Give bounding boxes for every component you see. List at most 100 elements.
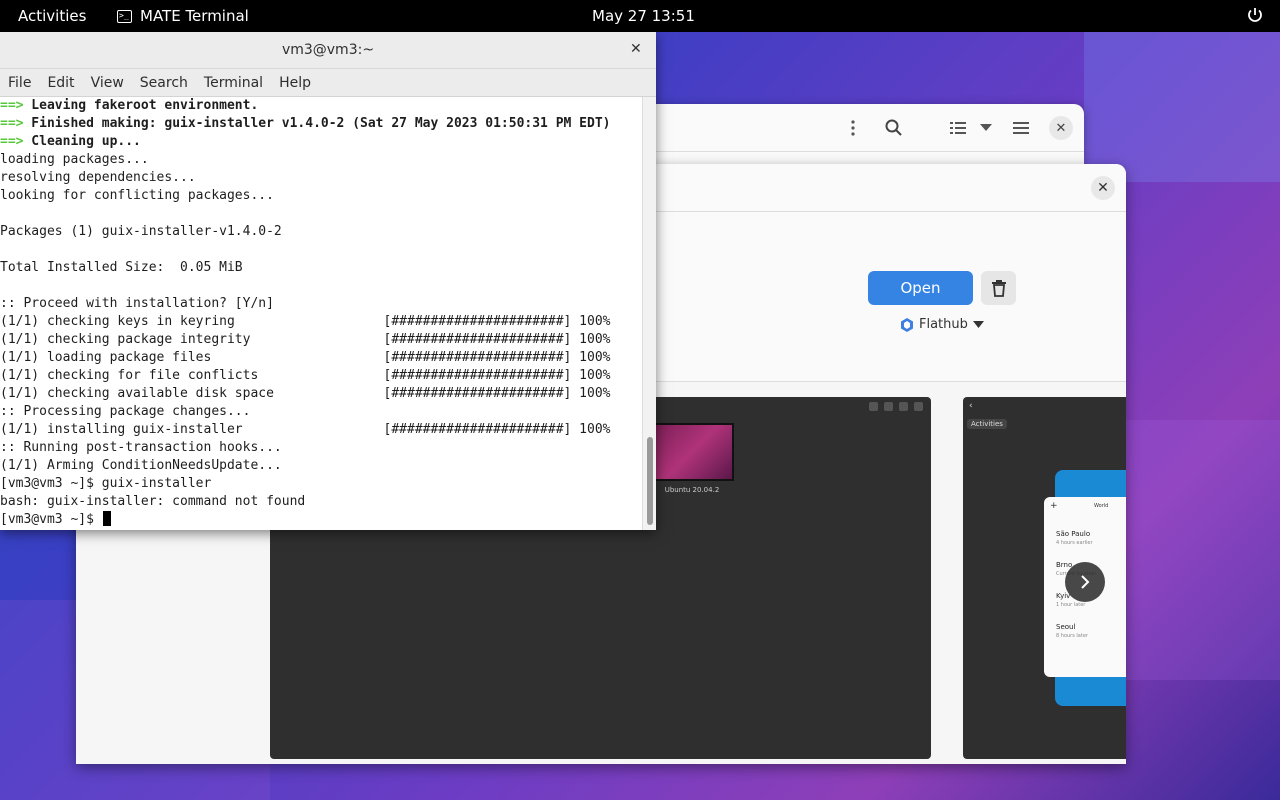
- source-label: Flathub: [919, 317, 968, 332]
- terminal-menubar: File Edit View Search Terminal Help: [0, 69, 656, 97]
- scrollbar-thumb[interactable]: [647, 437, 653, 525]
- terminal-titlebar[interactable]: vm3@vm3:~ ✕: [0, 32, 656, 69]
- terminal-line-text: (1/1) checking for file conflicts [#####…: [0, 368, 611, 383]
- screenshot-toolbar: [869, 402, 923, 411]
- trash-icon: [991, 280, 1006, 297]
- terminal-line-text: Cleaning up...: [23, 134, 141, 149]
- close-icon[interactable]: ✕: [1049, 116, 1073, 140]
- uninstall-button[interactable]: [981, 271, 1016, 305]
- terminal-line-text: Packages (1) guix-installer-v1.4.0-2: [0, 224, 282, 239]
- terminal-line: (1/1) checking keys in keyring [########…: [0, 313, 642, 331]
- vm-thumbnail-caption: Ubuntu 20.04.2: [664, 486, 720, 494]
- terminal-line-text: :: Processing package changes...: [0, 404, 251, 419]
- terminal-line: :: Processing package changes...: [0, 403, 642, 421]
- terminal-line-text: Total Installed Size: 0.05 MiB: [0, 260, 243, 275]
- kebab-menu-icon[interactable]: [841, 116, 865, 140]
- top-bar: Activities >_ MATE Terminal May 27 13:51: [0, 0, 1280, 32]
- terminal-line-text: (1/1) installing guix-installer [#######…: [0, 422, 611, 437]
- hamburger-menu-icon[interactable]: [1009, 116, 1033, 140]
- add-icon: +: [1050, 501, 1058, 511]
- open-button[interactable]: Open: [868, 271, 973, 305]
- terminal-line-text: [vm3@vm3 ~]$ guix-installer: [0, 476, 212, 491]
- terminal-line-text: looking for conflicting packages...: [0, 188, 274, 203]
- city-offset: 4 hours earlier: [1056, 540, 1093, 546]
- menu-terminal[interactable]: Terminal: [204, 75, 263, 91]
- screenshot-activities-label: Activities: [967, 419, 1007, 429]
- back-icon: ‹: [969, 401, 973, 411]
- terminal-line: (1/1) installing guix-installer [#######…: [0, 421, 642, 439]
- terminal-line: :: Proceed with installation? [Y/n]: [0, 295, 642, 313]
- terminal-line: loading packages...: [0, 151, 642, 169]
- wallpaper-tile: [1126, 420, 1280, 680]
- terminal-line: ==> Finished making: guix-installer v1.4…: [0, 115, 642, 133]
- terminal-line: ==> Leaving fakeroot environment.: [0, 97, 642, 115]
- terminal-title: vm3@vm3:~: [281, 42, 375, 58]
- terminal-output[interactable]: ==> Leaving fakeroot environment. ==> Fin…: [0, 97, 642, 530]
- wallpaper-tile: [1084, 32, 1280, 182]
- chevron-down-icon[interactable]: [974, 116, 998, 140]
- clock[interactable]: May 27 13:51: [592, 7, 695, 25]
- terminal-scrollbar[interactable]: [642, 97, 656, 530]
- menu-file[interactable]: File: [8, 75, 31, 91]
- terminal-arrow: ==>: [0, 98, 24, 113]
- terminal-line-text: (1/1) checking package integrity [######…: [0, 332, 611, 347]
- app-name: MATE Terminal: [140, 7, 249, 25]
- terminal-line-text: :: Proceed with installation? [Y/n]: [0, 296, 274, 311]
- vm-thumbnail: [650, 423, 734, 481]
- terminal-line: looking for conflicting packages...: [0, 187, 642, 205]
- terminal-line: [vm3@vm3 ~]$ guix-installer: [0, 475, 642, 493]
- terminal-line: Total Installed Size: 0.05 MiB: [0, 259, 642, 277]
- terminal-line-text: (1/1) checking keys in keyring [########…: [0, 314, 611, 329]
- app-menu-button[interactable]: >_ MATE Terminal: [117, 7, 249, 25]
- chevron-right-icon: [1081, 575, 1090, 589]
- flathub-icon: [901, 317, 913, 332]
- power-icon[interactable]: [1246, 6, 1264, 24]
- terminal-line-text: (1/1) loading package files [###########…: [0, 350, 611, 365]
- terminal-line: Packages (1) guix-installer-v1.4.0-2: [0, 223, 642, 241]
- terminal-line-text: :: Running post-transaction hooks...: [0, 440, 282, 455]
- list-view-icon[interactable]: [946, 116, 970, 140]
- terminal-line: bash: guix-installer: command not found: [0, 493, 642, 511]
- next-screenshot-button[interactable]: [1065, 562, 1105, 602]
- city-name: Seoul: [1056, 623, 1076, 631]
- terminal-line-text: [vm3@vm3 ~]$: [0, 512, 102, 527]
- terminal-icon: >_: [117, 9, 132, 23]
- terminal-line-text: (1/1) Arming ConditionNeedsUpdate...: [0, 458, 282, 473]
- terminal-line-text: Finished making: guix-installer v1.4.0-2…: [23, 116, 611, 131]
- terminal-line-text: loading packages...: [0, 152, 149, 167]
- terminal-line: :: Running post-transaction hooks...: [0, 439, 642, 457]
- text-cursor: [102, 511, 111, 526]
- terminal-line: (1/1) checking package integrity [######…: [0, 331, 642, 349]
- source-selector[interactable]: Flathub: [900, 317, 984, 332]
- close-icon[interactable]: ✕: [630, 41, 642, 57]
- world-label: World: [1094, 503, 1109, 509]
- menu-search[interactable]: Search: [140, 75, 188, 91]
- terminal-line: (1/1) loading package files [###########…: [0, 349, 642, 367]
- terminal-line: (1/1) checking for file conflicts [#####…: [0, 367, 642, 385]
- chevron-down-icon: [972, 321, 984, 328]
- terminal-line: resolving dependencies...: [0, 169, 642, 187]
- terminal-line: [vm3@vm3 ~]$: [0, 511, 642, 529]
- terminal-line: ==> Cleaning up...: [0, 133, 642, 151]
- terminal-line-text: Leaving fakeroot environment.: [23, 98, 259, 113]
- search-icon[interactable]: [882, 116, 906, 140]
- menu-help[interactable]: Help: [279, 75, 311, 91]
- city-offset: 1 hour later: [1056, 602, 1086, 608]
- city-name: São Paulo: [1056, 530, 1091, 538]
- terminal-window: vm3@vm3:~ ✕ File Edit View Search Termin…: [0, 32, 656, 530]
- menu-edit[interactable]: Edit: [47, 75, 74, 91]
- terminal-line: (1/1) Arming ConditionNeedsUpdate...: [0, 457, 642, 475]
- terminal-arrow: ==>: [0, 134, 24, 149]
- terminal-line-text: (1/1) checking available disk space [###…: [0, 386, 611, 401]
- activities-button[interactable]: Activities: [18, 7, 86, 25]
- city-offset: 8 hours later: [1056, 633, 1088, 639]
- close-icon[interactable]: ✕: [1091, 176, 1115, 200]
- terminal-arrow: ==>: [0, 116, 24, 131]
- menu-view[interactable]: View: [91, 75, 124, 91]
- terminal-line: (1/1) checking available disk space [###…: [0, 385, 642, 403]
- terminal-line-text: resolving dependencies...: [0, 170, 196, 185]
- terminal-line-text: bash: guix-installer: command not found: [0, 494, 306, 509]
